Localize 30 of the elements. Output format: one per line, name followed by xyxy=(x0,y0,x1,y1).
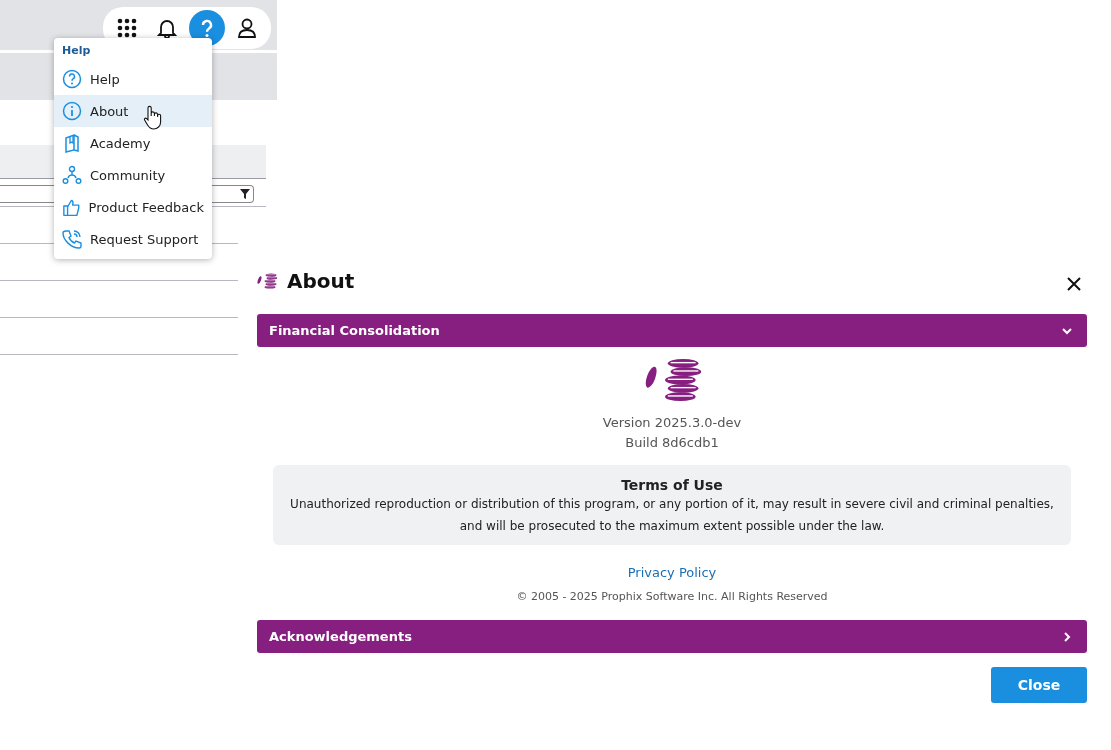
help-circle-icon xyxy=(62,69,82,89)
menu-item[interactable]: About xyxy=(54,95,212,127)
menu-heading: Help xyxy=(61,43,92,59)
bell-icon xyxy=(156,17,178,39)
book-icon xyxy=(62,133,82,153)
chevron-right-icon xyxy=(1061,630,1073,643)
menu-item[interactable]: Academy xyxy=(54,127,212,159)
thumbs-up-icon xyxy=(62,197,81,217)
terms-text: Unauthorized reproduction or distribution of this program, or any portion of it, may result in severe civil and criminal penalties, and will be prosecuted to the maximum extent possible under the law. xyxy=(289,496,1055,535)
user-icon xyxy=(236,17,258,39)
terms-title: Terms of Use xyxy=(620,477,724,493)
filter-icon[interactable] xyxy=(239,188,251,200)
section-header[interactable]: Financial Consolidation xyxy=(257,314,1087,347)
apps-grid-icon xyxy=(116,17,138,39)
version-text: Version 2025.3.0-dev xyxy=(602,414,742,432)
copyright-text: © 2005 - 2025 Prophix Software Inc. All Rights Reserved xyxy=(516,590,828,603)
dialog-title: About xyxy=(287,269,356,293)
menu-item[interactable]: Request Support xyxy=(54,223,212,255)
close-icon xyxy=(1067,276,1081,291)
people-network-icon xyxy=(62,165,82,185)
info-icon xyxy=(62,101,82,121)
hand-cursor-icon xyxy=(142,105,162,131)
phone-icon xyxy=(62,229,82,249)
build-text: Build 8d6cdb1 xyxy=(625,434,719,452)
section-header[interactable]: Acknowledgements xyxy=(257,620,1087,653)
coins-logo-icon xyxy=(257,272,277,290)
menu-item[interactable]: Help xyxy=(54,63,212,95)
menu-item[interactable]: Community xyxy=(54,159,212,191)
menu-item[interactable]: Product Feedback xyxy=(54,191,212,223)
privacy-policy-link[interactable]: Privacy Policy xyxy=(627,565,717,580)
